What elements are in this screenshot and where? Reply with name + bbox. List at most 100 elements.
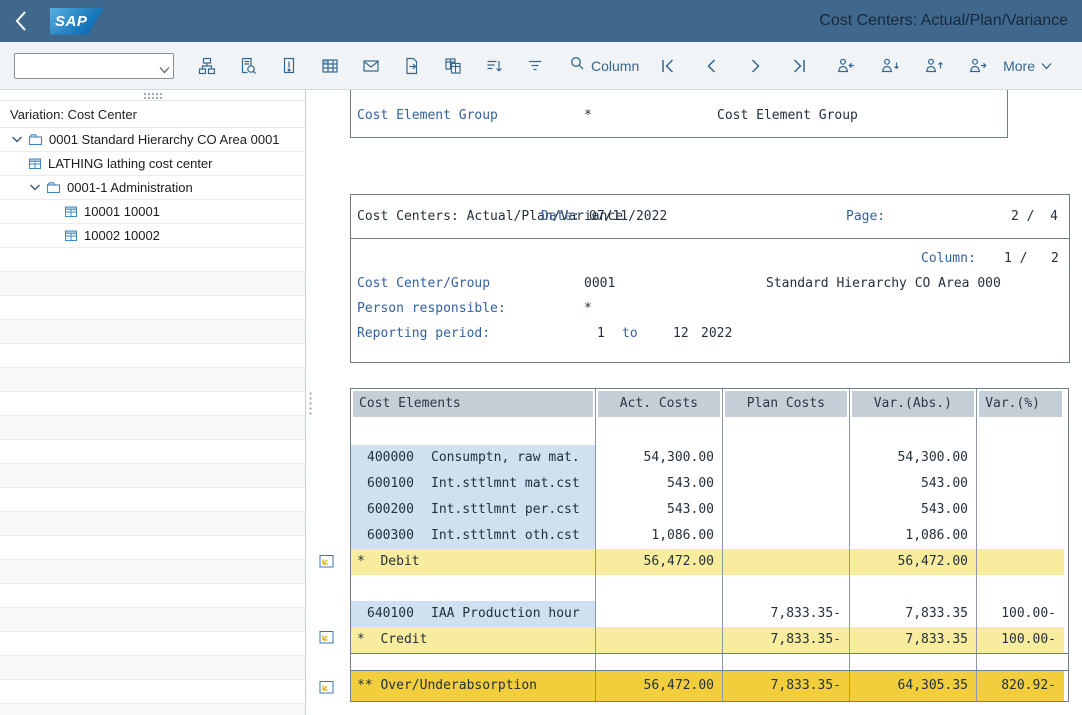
export-icon[interactable] xyxy=(397,51,427,81)
column-label: Column: xyxy=(921,251,976,266)
act-costs-cell: 56,472.00 xyxy=(595,549,722,575)
first-column-icon[interactable] xyxy=(657,51,677,81)
filter-icon[interactable] xyxy=(520,51,550,81)
act-costs-cell xyxy=(595,601,722,627)
currency-translation-icon[interactable] xyxy=(438,51,468,81)
row-label[interactable]: 400000Consumptn, raw mat. xyxy=(351,445,595,471)
table-spacer-row xyxy=(351,575,1068,601)
column-navigation xyxy=(657,51,809,81)
chevron-down-icon[interactable] xyxy=(159,61,170,79)
sidebar-splitter[interactable] xyxy=(306,90,315,715)
sort-icon[interactable] xyxy=(479,51,509,81)
more-menu[interactable]: More xyxy=(1003,58,1052,74)
row-label[interactable]: 600100Int.sttlmnt mat.cst xyxy=(351,471,595,497)
cost-center-label: Cost Center/Group xyxy=(357,276,490,291)
cost-center-icon xyxy=(64,205,78,218)
column-row: Column: 1 / 2 xyxy=(351,247,1069,272)
tree-item-lathing[interactable]: LATHING lathing cost center xyxy=(0,152,305,176)
act-costs-cell: 56,472.00 xyxy=(595,671,722,701)
tree-item-10001[interactable]: 10001 10001 xyxy=(0,200,305,224)
group-value: * xyxy=(584,108,592,123)
var-pct-cell xyxy=(976,523,1064,549)
last-column-icon[interactable] xyxy=(789,51,809,81)
var-pct-cell xyxy=(976,471,1064,497)
var-abs-cell: 56,472.00 xyxy=(849,549,976,575)
table-divider-row xyxy=(351,653,1068,671)
next-object-icon[interactable] xyxy=(919,51,949,81)
shell-bar: SAP Cost Centers: Actual/Plan/Variance xyxy=(0,0,1082,42)
row-label[interactable]: * Credit xyxy=(351,627,595,653)
back-icon[interactable] xyxy=(14,8,36,34)
next-column-icon[interactable] xyxy=(745,51,765,81)
header-var-abs: Var.(Abs.) xyxy=(849,389,976,419)
cost-center-row: Cost Center/Group 0001 Standard Hierarch… xyxy=(351,272,1069,297)
previous-column-icon[interactable] xyxy=(701,51,721,81)
tree-item-label: 10001 10001 xyxy=(84,204,160,219)
print-preview-icon[interactable] xyxy=(233,51,263,81)
tree-item-label: 0001 Standard Hierarchy CO Area 0001 xyxy=(49,132,280,147)
report-title-row: Cost Centers: Actual/Plan/Variance Date:… xyxy=(351,195,1069,239)
drilldown-icon-credit[interactable] xyxy=(319,630,335,649)
hierarchy-node-icon xyxy=(46,181,61,194)
previous-object-icon[interactable] xyxy=(875,51,905,81)
act-costs-cell: 543.00 xyxy=(595,471,722,497)
variation-sidebar: Variation: Cost Center 0001 Standard Hie… xyxy=(0,90,306,715)
group-desc: Cost Element Group xyxy=(717,108,858,123)
more-label: More xyxy=(1003,58,1035,74)
chevron-down-icon[interactable] xyxy=(10,135,24,144)
report-title: Cost Centers: Actual/Plan/Variance xyxy=(357,209,623,224)
tree-item-label: LATHING lathing cost center xyxy=(48,156,213,171)
header-plan-costs: Plan Costs xyxy=(722,389,849,419)
plan-costs-cell xyxy=(722,523,849,549)
call-report-icon[interactable] xyxy=(192,51,222,81)
column-search[interactable]: Column xyxy=(569,55,639,76)
last-object-icon[interactable] xyxy=(963,51,993,81)
first-object-icon[interactable] xyxy=(831,51,861,81)
cost-center-value: 0001 xyxy=(584,276,615,291)
header-act-costs: Act. Costs xyxy=(595,389,722,419)
command-field[interactable] xyxy=(14,53,174,79)
row-label[interactable]: 640100IAA Production hour xyxy=(351,601,595,627)
sidebar-sash-handle[interactable] xyxy=(0,90,305,100)
period-year: 2022 xyxy=(701,326,732,341)
exception-report-icon[interactable] xyxy=(274,51,304,81)
mail-icon[interactable] xyxy=(356,51,386,81)
sidebar-title: Variation: Cost Center xyxy=(0,100,305,128)
header-var-pct: Var.(%) xyxy=(976,389,1064,419)
row-label[interactable]: ** Over/Underabsorption xyxy=(351,671,595,701)
person-responsible-label: Person responsible: xyxy=(357,301,506,316)
cost-elements-table: Cost Elements Act. Costs Plan Costs Var.… xyxy=(350,388,1069,702)
tree-item-label: 10002 10002 xyxy=(84,228,160,243)
chevron-down-icon[interactable] xyxy=(28,183,42,192)
var-abs-cell: 64,305.35 xyxy=(849,671,976,701)
var-abs-cell: 1,086.00 xyxy=(849,523,976,549)
hierarchy-node-icon xyxy=(28,133,43,146)
table-spacer-row xyxy=(351,419,1068,445)
act-costs-cell: 543.00 xyxy=(595,497,722,523)
tree-item-10002[interactable]: 10002 10002 xyxy=(0,224,305,248)
var-pct-cell xyxy=(976,497,1064,523)
date-label: Date: xyxy=(541,209,580,224)
table-row: 600200Int.sttlmnt per.cst 543.00 543.00 xyxy=(351,497,1068,523)
var-abs-cell: 543.00 xyxy=(849,497,976,523)
application-toolbar: Column More xyxy=(0,42,1082,90)
period-from: 1 xyxy=(597,326,605,341)
act-costs-cell: 1,086.00 xyxy=(595,523,722,549)
search-icon xyxy=(569,55,585,76)
drilldown-icon-debit[interactable] xyxy=(319,554,335,573)
drilldown-icon-total[interactable] xyxy=(319,680,335,699)
date-value: 07/11/2022 xyxy=(589,209,667,224)
row-label[interactable]: 600300Int.sttlmnt oth.cst xyxy=(351,523,595,549)
tree-empty-rows xyxy=(0,248,305,715)
row-label[interactable]: * Debit xyxy=(351,549,595,575)
table-row: 600300Int.sttlmnt oth.cst 1,086.00 1,086… xyxy=(351,523,1068,549)
row-label[interactable]: 600200Int.sttlmnt per.cst xyxy=(351,497,595,523)
table-row: 640100IAA Production hour 7,833.35- 7,83… xyxy=(351,601,1068,627)
graphic-icon[interactable] xyxy=(315,51,345,81)
cost-center-icon xyxy=(64,229,78,242)
command-field-wrap xyxy=(14,53,174,79)
tree-item-administration[interactable]: 0001-1 Administration xyxy=(0,176,305,200)
tree-item-hierarchy[interactable]: 0001 Standard Hierarchy CO Area 0001 xyxy=(0,128,305,152)
plan-costs-cell: 7,833.35- xyxy=(722,627,849,653)
group-label: Cost Element Group xyxy=(357,108,498,123)
